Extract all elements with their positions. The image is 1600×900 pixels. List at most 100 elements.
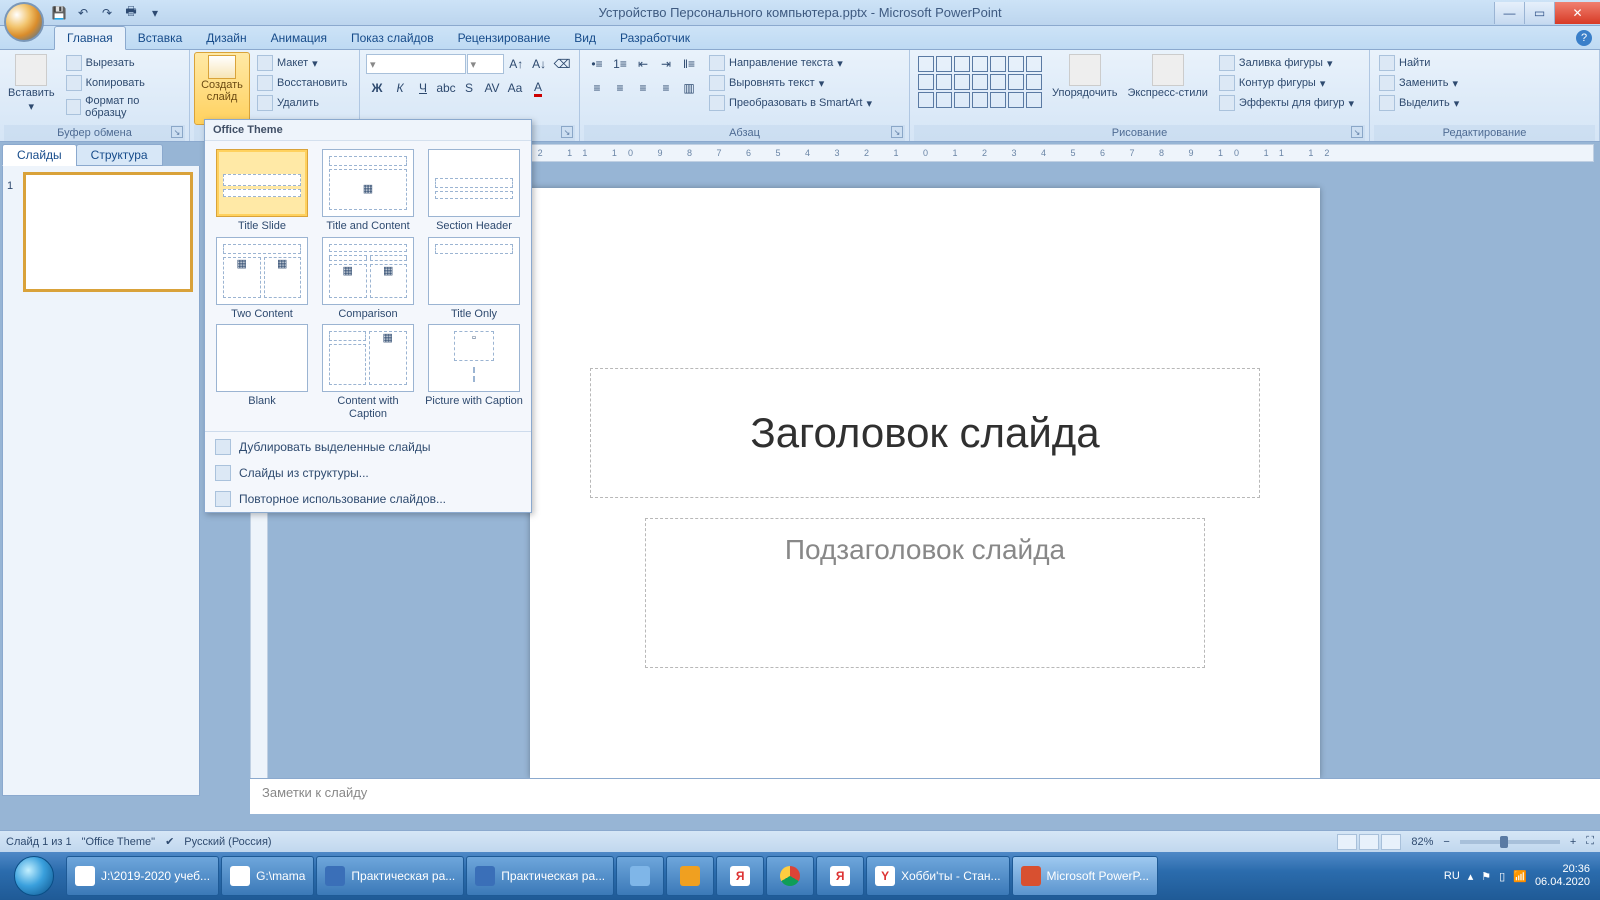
status-language[interactable]: Русский (Россия) xyxy=(184,836,271,848)
tab-home[interactable]: Главная xyxy=(54,26,126,50)
restore-button[interactable]: ▭ xyxy=(1524,2,1554,24)
subtitle-placeholder[interactable]: Подзаголовок слайда xyxy=(645,518,1205,668)
layout-title-content[interactable]: ▦ Title and Content xyxy=(319,149,417,233)
undo-icon[interactable]: ↶ xyxy=(74,4,92,22)
taskbar-item[interactable]: Практическая ра... xyxy=(316,856,464,896)
zoom-in-button[interactable]: + xyxy=(1570,836,1576,848)
dialog-launcher-icon[interactable]: ↘ xyxy=(891,126,903,138)
bold-button[interactable]: Ж xyxy=(366,78,388,98)
spellcheck-icon[interactable]: ✔ xyxy=(165,835,174,848)
tab-review[interactable]: Рецензирование xyxy=(446,27,563,49)
duplicate-slides-cmd[interactable]: Дублировать выделенные слайды xyxy=(205,434,531,460)
network-icon[interactable]: 📶 xyxy=(1513,870,1527,883)
tab-design[interactable]: Дизайн xyxy=(194,27,258,49)
zoom-level[interactable]: 82% xyxy=(1411,836,1433,848)
qat-dropdown-icon[interactable]: ▾ xyxy=(146,4,164,22)
tab-animation[interactable]: Анимация xyxy=(259,27,339,49)
layout-content-caption[interactable]: ▦ Content with Caption xyxy=(319,324,417,420)
convert-smartart-button[interactable]: Преобразовать в SmartArt ▾ xyxy=(706,94,875,112)
shape-outline-button[interactable]: Контур фигуры ▾ xyxy=(1216,74,1357,92)
clock[interactable]: 20:36 06.04.2020 xyxy=(1535,863,1590,889)
tab-slideshow[interactable]: Показ слайдов xyxy=(339,27,446,49)
taskbar-chrome[interactable] xyxy=(766,856,814,896)
delete-button[interactable]: Удалить xyxy=(254,94,350,112)
font-size-combo[interactable]: ▾ xyxy=(467,54,505,74)
minimize-button[interactable]: — xyxy=(1494,2,1524,24)
layout-comparison[interactable]: ▦▦ Comparison xyxy=(319,237,417,321)
taskbar-item[interactable]: G:\mama xyxy=(221,856,314,896)
underline-button[interactable]: Ч xyxy=(412,78,434,98)
layout-blank[interactable]: Blank xyxy=(213,324,311,420)
format-painter-button[interactable]: Формат по образцу xyxy=(63,94,183,120)
taskbar-yandex[interactable]: Я xyxy=(716,856,764,896)
copy-button[interactable]: Копировать xyxy=(63,74,183,92)
save-icon[interactable]: 💾 xyxy=(50,4,68,22)
columns-button[interactable]: ▥ xyxy=(678,78,700,98)
start-button[interactable] xyxy=(4,854,64,898)
layout-picture-caption[interactable]: ▫ Picture with Caption xyxy=(425,324,523,420)
tab-developer[interactable]: Разработчик xyxy=(608,27,702,49)
sorter-view-button[interactable] xyxy=(1359,834,1379,850)
font-family-combo[interactable]: ▾ xyxy=(366,54,466,74)
bullets-button[interactable]: •≡ xyxy=(586,54,608,74)
battery-icon[interactable]: ▯ xyxy=(1499,870,1505,883)
arrange-button[interactable]: Упорядочить xyxy=(1048,52,1121,125)
language-indicator[interactable]: RU xyxy=(1444,870,1460,882)
replace-button[interactable]: Заменить ▾ xyxy=(1376,74,1462,92)
reset-button[interactable]: Восстановить xyxy=(254,74,350,92)
normal-view-button[interactable] xyxy=(1337,834,1357,850)
clear-format-button[interactable]: ⌫ xyxy=(551,54,573,74)
line-spacing-button[interactable]: ‖≡ xyxy=(678,54,700,74)
tab-insert[interactable]: Вставка xyxy=(126,27,195,49)
tray-up-icon[interactable]: ▴ xyxy=(1468,870,1474,883)
redo-icon[interactable]: ↷ xyxy=(98,4,116,22)
indent-dec-button[interactable]: ⇤ xyxy=(632,54,654,74)
flag-icon[interactable]: ⚑ xyxy=(1481,870,1491,883)
new-slide-button[interactable]: Создать слайд xyxy=(194,52,250,125)
taskbar-item[interactable]: Практическая ра... xyxy=(466,856,614,896)
print-icon[interactable]: 🖶 xyxy=(122,4,140,22)
dialog-launcher-icon[interactable]: ↘ xyxy=(171,126,183,138)
indent-inc-button[interactable]: ⇥ xyxy=(655,54,677,74)
align-left-button[interactable]: ≡ xyxy=(586,78,608,98)
title-placeholder[interactable]: Заголовок слайда xyxy=(590,368,1260,498)
align-text-button[interactable]: Выровнять текст ▾ xyxy=(706,74,875,92)
grow-font-button[interactable]: A↑ xyxy=(505,54,527,74)
cut-button[interactable]: Вырезать xyxy=(63,54,183,72)
find-button[interactable]: Найти xyxy=(1376,54,1462,72)
dialog-launcher-icon[interactable]: ↘ xyxy=(561,126,573,138)
taskbar-item-active[interactable]: Microsoft PowerP... xyxy=(1012,856,1158,896)
notes-pane[interactable]: Заметки к слайду xyxy=(250,778,1600,814)
layout-section-header[interactable]: Section Header xyxy=(425,149,523,233)
zoom-slider[interactable] xyxy=(1460,840,1560,844)
layout-title-slide[interactable]: Title Slide xyxy=(213,149,311,233)
dialog-launcher-icon[interactable]: ↘ xyxy=(1351,126,1363,138)
taskbar-volume[interactable] xyxy=(616,856,664,896)
help-icon[interactable]: ? xyxy=(1576,30,1592,46)
slide-thumbnail-1[interactable] xyxy=(23,172,193,292)
taskbar-item[interactable]: YХобби'ты - Стан... xyxy=(866,856,1009,896)
text-direction-button[interactable]: Направление текста ▾ xyxy=(706,54,875,72)
quick-styles-button[interactable]: Экспресс-стили xyxy=(1123,52,1211,125)
taskbar-item[interactable]: J:\2019-2020 учеб... xyxy=(66,856,219,896)
tab-view[interactable]: Вид xyxy=(562,27,608,49)
shapes-gallery[interactable] xyxy=(918,56,1042,108)
taskbar-mail[interactable] xyxy=(666,856,714,896)
taskbar-yandex2[interactable]: Я xyxy=(816,856,864,896)
select-button[interactable]: Выделить ▾ xyxy=(1376,94,1462,112)
change-case-button[interactable]: Aa xyxy=(504,78,526,98)
layout-two-content[interactable]: ▦▦ Two Content xyxy=(213,237,311,321)
numbering-button[interactable]: 1≡ xyxy=(609,54,631,74)
shape-fill-button[interactable]: Заливка фигуры ▾ xyxy=(1216,54,1357,72)
zoom-out-button[interactable]: − xyxy=(1443,836,1449,848)
tab-slides-panel[interactable]: Слайды xyxy=(2,144,77,166)
office-button[interactable] xyxy=(4,2,44,42)
align-center-button[interactable]: ≡ xyxy=(609,78,631,98)
slides-from-outline-cmd[interactable]: Слайды из структуры... xyxy=(205,460,531,486)
shrink-font-button[interactable]: A↓ xyxy=(528,54,550,74)
close-button[interactable]: ✕ xyxy=(1554,2,1600,24)
align-right-button[interactable]: ≡ xyxy=(632,78,654,98)
paste-button[interactable]: Вставить ▾ xyxy=(4,52,59,125)
char-spacing-button[interactable]: AV xyxy=(481,78,503,98)
font-color-button[interactable]: A xyxy=(527,78,549,98)
